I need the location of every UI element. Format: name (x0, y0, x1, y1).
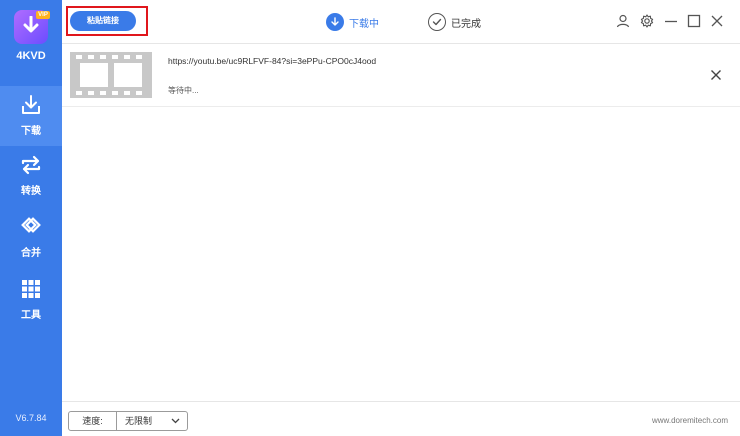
chevron-down-icon (171, 418, 180, 424)
sidebar-item-label: 工具 (21, 310, 41, 321)
maximize-icon[interactable] (687, 14, 701, 28)
download-item: https://youtu.be/uc9RLFVF-84?si=3ePPu-CP… (62, 45, 740, 107)
sidebar-item-label: 下载 (21, 126, 41, 137)
tools-icon (22, 280, 40, 298)
speed-select[interactable]: 无限制 (117, 412, 187, 430)
convert-icon (21, 155, 41, 175)
footer: 速度: 无限制 www.doremitech.com (62, 401, 740, 436)
download-circle-icon (326, 13, 344, 31)
check-circle-icon (428, 13, 446, 31)
tab-downloading[interactable]: 下载中 (326, 12, 379, 32)
sidebar-item-download[interactable]: 下载 (0, 86, 62, 146)
tab-label: 已完成 (451, 18, 481, 30)
download-status: 等待中... (168, 86, 199, 95)
logo-download-icon (23, 16, 39, 33)
sidebar-item-merge[interactable]: 合并 (0, 208, 62, 268)
merge-icon (21, 217, 41, 233)
vip-badge: VIP (36, 11, 50, 19)
toolbar: 粘贴链接 下载中 已完成 (62, 0, 740, 44)
remove-item-icon[interactable] (710, 69, 722, 81)
paste-link-button[interactable]: 粘贴链接 (70, 11, 136, 31)
speed-control: 速度: 无限制 (68, 411, 188, 431)
minimize-icon[interactable] (664, 14, 678, 28)
tab-completed[interactable]: 已完成 (428, 12, 481, 32)
speed-value: 无限制 (125, 416, 153, 426)
tab-label: 下载中 (349, 18, 379, 30)
sidebar: VIP 4KVD 下载 转换 合并 工具 V6.7.84 (0, 0, 62, 436)
speed-label: 速度: (69, 412, 117, 430)
close-icon[interactable] (710, 14, 724, 28)
app-version: V6.7.84 (15, 413, 47, 423)
film-icon (76, 55, 142, 95)
sidebar-item-tools[interactable]: 工具 (0, 270, 62, 330)
app-name: 4KVD (16, 50, 46, 62)
download-url: https://youtu.be/uc9RLFVF-84?si=3ePPu-CP… (168, 56, 377, 66)
sidebar-item-convert[interactable]: 转换 (0, 146, 62, 206)
sidebar-item-label: 转换 (21, 186, 41, 197)
website-link[interactable]: www.doremitech.com (652, 416, 728, 425)
user-icon[interactable] (616, 14, 630, 28)
download-icon (22, 95, 40, 114)
video-thumbnail (70, 52, 152, 98)
gear-icon[interactable] (640, 14, 654, 28)
sidebar-item-label: 合并 (21, 248, 41, 259)
